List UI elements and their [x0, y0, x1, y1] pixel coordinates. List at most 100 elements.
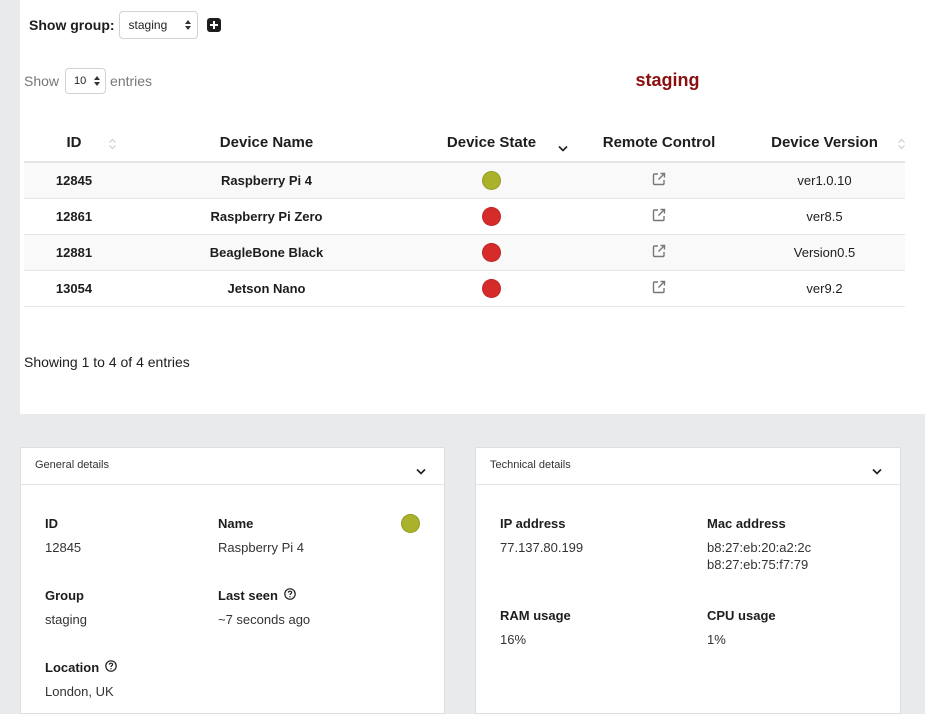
field-last-seen-label: Last seen	[218, 588, 278, 603]
table-info: Showing 1 to 4 of 4 entries	[24, 354, 190, 370]
external-link-icon[interactable]	[652, 244, 666, 261]
col-header-version[interactable]: Device Version	[744, 124, 905, 163]
table-row[interactable]: 12861 Raspberry Pi Zero ver8.5	[24, 198, 905, 235]
chevron-down-icon[interactable]	[872, 462, 882, 480]
sort-icon	[109, 137, 116, 154]
field-ip-address: IP address 77.137.80.199	[500, 516, 583, 556]
cell-remote	[574, 162, 744, 199]
cell-state	[409, 162, 574, 199]
technical-details-title: Technical details	[490, 459, 571, 471]
col-header-remote[interactable]: Remote Control	[574, 124, 744, 163]
chevron-down-icon[interactable]	[416, 462, 426, 480]
field-ram-usage: RAM usage 16%	[500, 608, 571, 648]
col-header-name-label: Device Name	[219, 134, 314, 151]
cell-device-name: Jetson Nano	[124, 270, 409, 307]
cell-id: 12861	[24, 198, 124, 235]
cell-state	[409, 198, 574, 235]
col-header-remote-label: Remote Control	[602, 134, 716, 151]
mac-address-value: b8:27:eb:75:f7:79	[707, 557, 809, 572]
col-header-state[interactable]: Device State	[409, 124, 574, 163]
group-select[interactable]: staging	[118, 11, 198, 39]
external-link-icon[interactable]	[652, 172, 666, 189]
group-title: staging	[635, 70, 700, 90]
field-location-label: Location	[45, 660, 100, 675]
field-cpu-usage: CPU usage 1%	[707, 608, 776, 648]
mac-address-value: b8:27:eb:20:a2:2c	[707, 540, 812, 555]
field-ip-label: IP address	[500, 516, 566, 531]
technical-details-header[interactable]: Technical details	[476, 448, 900, 485]
col-header-id[interactable]: ID	[24, 124, 124, 163]
show-label: Show	[24, 73, 60, 89]
col-header-version-label: Device Version	[771, 134, 878, 151]
field-mac-label: Mac address	[707, 516, 786, 531]
status-online-dot	[401, 514, 420, 533]
entries-length-value: 10	[74, 75, 87, 87]
field-ram-value: 16%	[500, 632, 527, 647]
cell-id: 13054	[24, 270, 124, 307]
cell-remote	[574, 198, 744, 235]
field-id-label: ID	[45, 516, 58, 531]
table-header-row: ID Device Name Device State Remote Contr…	[24, 124, 905, 163]
group-filter: Show group: staging	[29, 11, 221, 39]
field-cpu-value: 1%	[707, 632, 726, 647]
status-offline-dot	[482, 242, 501, 262]
field-name-value: Raspberry Pi 4	[218, 540, 304, 555]
field-id-value: 12845	[45, 540, 82, 555]
col-header-id-label: ID	[66, 134, 82, 151]
technical-details-card: Technical details IP address 77.137.80.1…	[475, 447, 901, 714]
cell-state	[409, 234, 574, 271]
external-link-icon[interactable]	[652, 280, 666, 297]
select-arrows-icon	[184, 20, 191, 30]
question-circle-icon[interactable]	[284, 588, 296, 603]
cell-version: ver9.2	[744, 270, 905, 307]
cell-remote	[574, 234, 744, 271]
cell-id: 12845	[24, 162, 124, 199]
field-id: ID 12845	[45, 516, 81, 556]
select-arrows-icon	[94, 76, 101, 86]
question-circle-icon[interactable]	[105, 660, 117, 675]
sort-icon	[898, 137, 905, 154]
status-online-dot	[482, 170, 501, 190]
field-last-seen: Last seen ~7 seconds ago	[218, 588, 310, 628]
cell-device-name: Raspberry Pi 4	[124, 162, 409, 199]
devices-table: ID Device Name Device State Remote Contr…	[24, 124, 905, 307]
field-location: Location London, UK	[45, 660, 117, 700]
general-details-header[interactable]: General details	[21, 448, 444, 485]
table-row[interactable]: 12881 BeagleBone Black Version0.5	[24, 234, 905, 271]
general-details-title: General details	[35, 459, 109, 471]
field-location-value: London, UK	[45, 684, 114, 699]
sort-desc-icon	[558, 139, 568, 156]
field-cpu-label: CPU usage	[707, 608, 776, 623]
cell-device-name: BeagleBone Black	[124, 234, 409, 271]
add-group-icon[interactable]	[206, 18, 221, 32]
field-mac-address: Mac address b8:27:eb:20:a2:2c b8:27:eb:7…	[707, 516, 811, 573]
group-select-value: staging	[128, 18, 168, 32]
col-header-name[interactable]: Device Name	[124, 124, 409, 163]
field-location-label-row: Location	[45, 660, 117, 675]
status-offline-dot	[482, 206, 501, 226]
field-group: Group staging	[45, 588, 87, 628]
cell-state	[409, 270, 574, 307]
group-filter-label: Show group:	[29, 17, 115, 33]
field-group-value: staging	[45, 612, 87, 627]
entries-label: entries	[110, 73, 153, 89]
table-row[interactable]: 13054 Jetson Nano ver9.2	[24, 270, 905, 307]
status-offline-dot	[482, 278, 501, 298]
table-length-control: Show 10 entries	[24, 68, 152, 94]
field-last-seen-label-row: Last seen	[218, 588, 310, 603]
cell-device-name: Raspberry Pi Zero	[124, 198, 409, 235]
general-details-card: General details ID 12845 Name Raspberry …	[20, 447, 445, 714]
external-link-icon[interactable]	[652, 208, 666, 225]
cell-id: 12881	[24, 234, 124, 271]
cell-remote	[574, 270, 744, 307]
field-name: Name Raspberry Pi 4	[218, 516, 304, 556]
field-name-label: Name	[218, 516, 254, 531]
field-mac-values: b8:27:eb:20:a2:2c b8:27:eb:75:f7:79	[707, 539, 811, 573]
col-header-state-label: Device State	[446, 134, 537, 151]
field-group-label: Group	[45, 588, 84, 603]
table-row[interactable]: 12845 Raspberry Pi 4 ver1.0.10	[24, 162, 905, 199]
cell-version: ver8.5	[744, 198, 905, 235]
field-ip-value: 77.137.80.199	[500, 540, 584, 555]
field-last-seen-value: ~7 seconds ago	[218, 612, 311, 627]
entries-length-select[interactable]: 10	[65, 68, 107, 94]
